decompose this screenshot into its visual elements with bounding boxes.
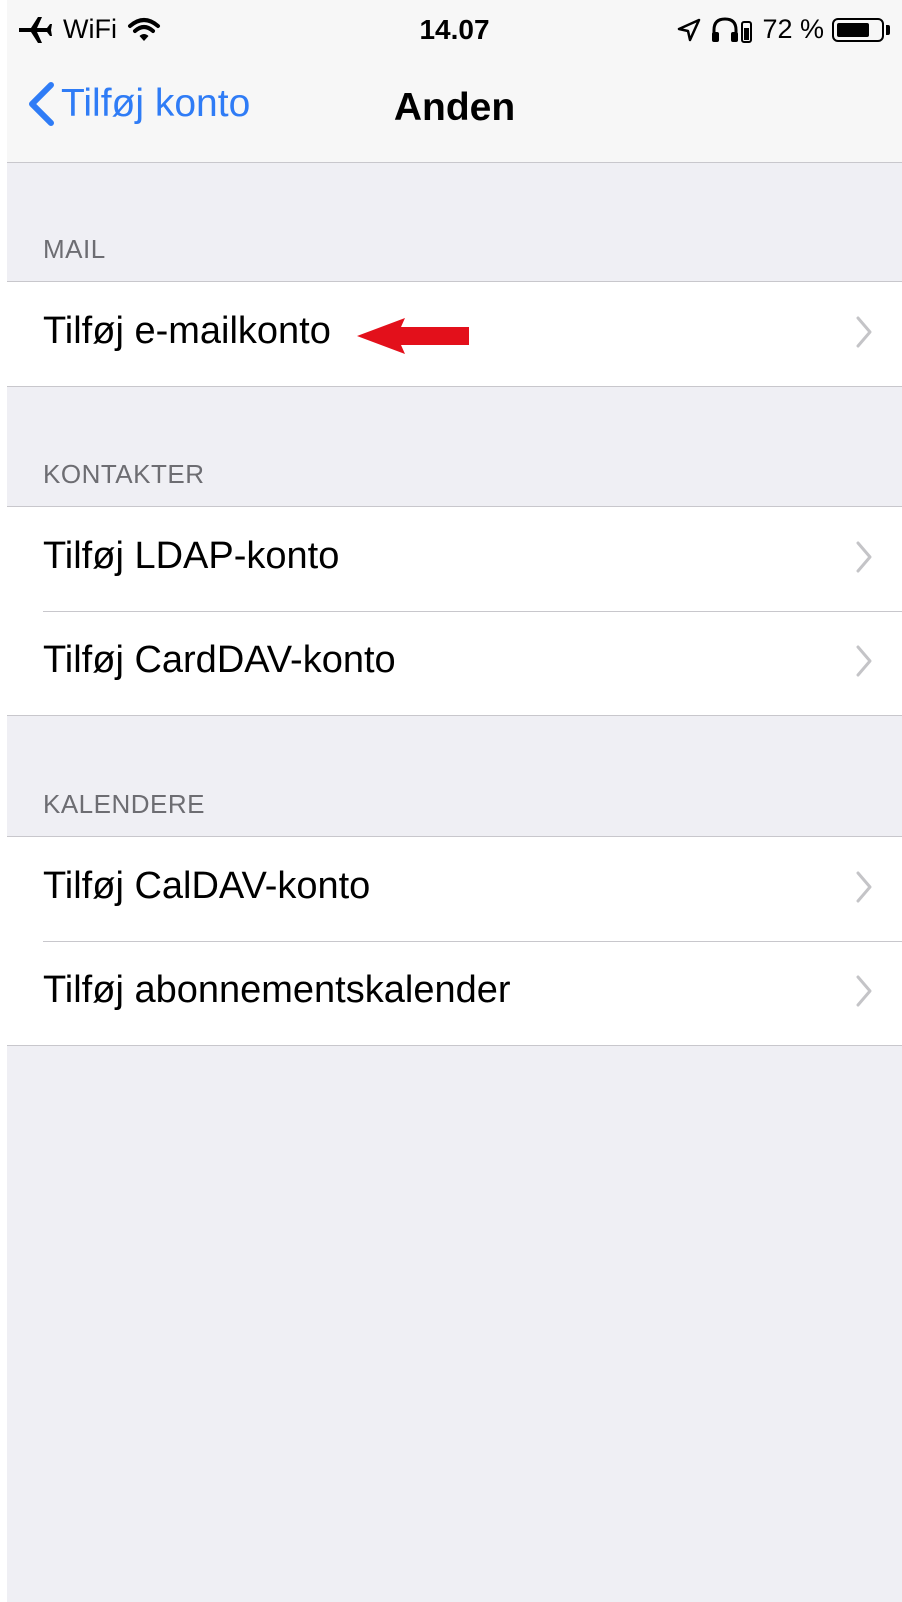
section-header-mail: MAIL (43, 234, 106, 264)
battery-icon (832, 17, 884, 42)
row-label: Tilføj CalDAV-konto (43, 865, 371, 907)
headphones-icon (712, 16, 753, 43)
chevron-right-icon (856, 975, 872, 1007)
battery-percent: 72 % (762, 14, 824, 44)
chevron-right-icon (856, 541, 872, 573)
row-label: Tilføj abonnementskalender (43, 969, 511, 1011)
section-header-contacts: KONTAKTER (43, 459, 205, 489)
chevron-right-icon (856, 645, 872, 677)
row-add-caldav-account[interactable]: Tilføj CalDAV-konto (7, 837, 902, 941)
row-add-ldap-account[interactable]: Tilføj LDAP-konto (7, 507, 902, 611)
row-label: Tilføj CardDAV-konto (43, 639, 396, 681)
row-add-carddav-account[interactable]: Tilføj CardDAV-konto (7, 611, 902, 715)
settings-screen: WiFi 14.07 72 % Tilføj konto Anden MAIL … (7, 0, 902, 1602)
group-calendars: Tilføj CalDAV-konto Tilføj abonnementska… (7, 836, 902, 1046)
battery-nub (886, 24, 890, 35)
location-icon (678, 18, 701, 41)
status-bar: WiFi 14.07 72 % (7, 0, 902, 64)
battery-fill (837, 22, 869, 37)
group-contacts: Tilføj LDAP-konto Tilføj CardDAV-konto (7, 506, 902, 716)
row-add-subscribed-calendar[interactable]: Tilføj abonnementskalender (7, 941, 902, 1045)
row-label: Tilføj LDAP-konto (43, 535, 340, 577)
status-right: 72 % (676, 14, 890, 45)
red-arrow-annotation (357, 318, 469, 354)
page-title: Anden (393, 86, 516, 129)
chevron-right-icon (856, 316, 872, 348)
row-label: Tilføj e-mailkonto (43, 310, 331, 352)
section-header-calendars: KALENDERE (43, 789, 205, 819)
chevron-right-icon (856, 871, 872, 903)
nav-bar: Tilføj konto Anden (7, 64, 902, 162)
